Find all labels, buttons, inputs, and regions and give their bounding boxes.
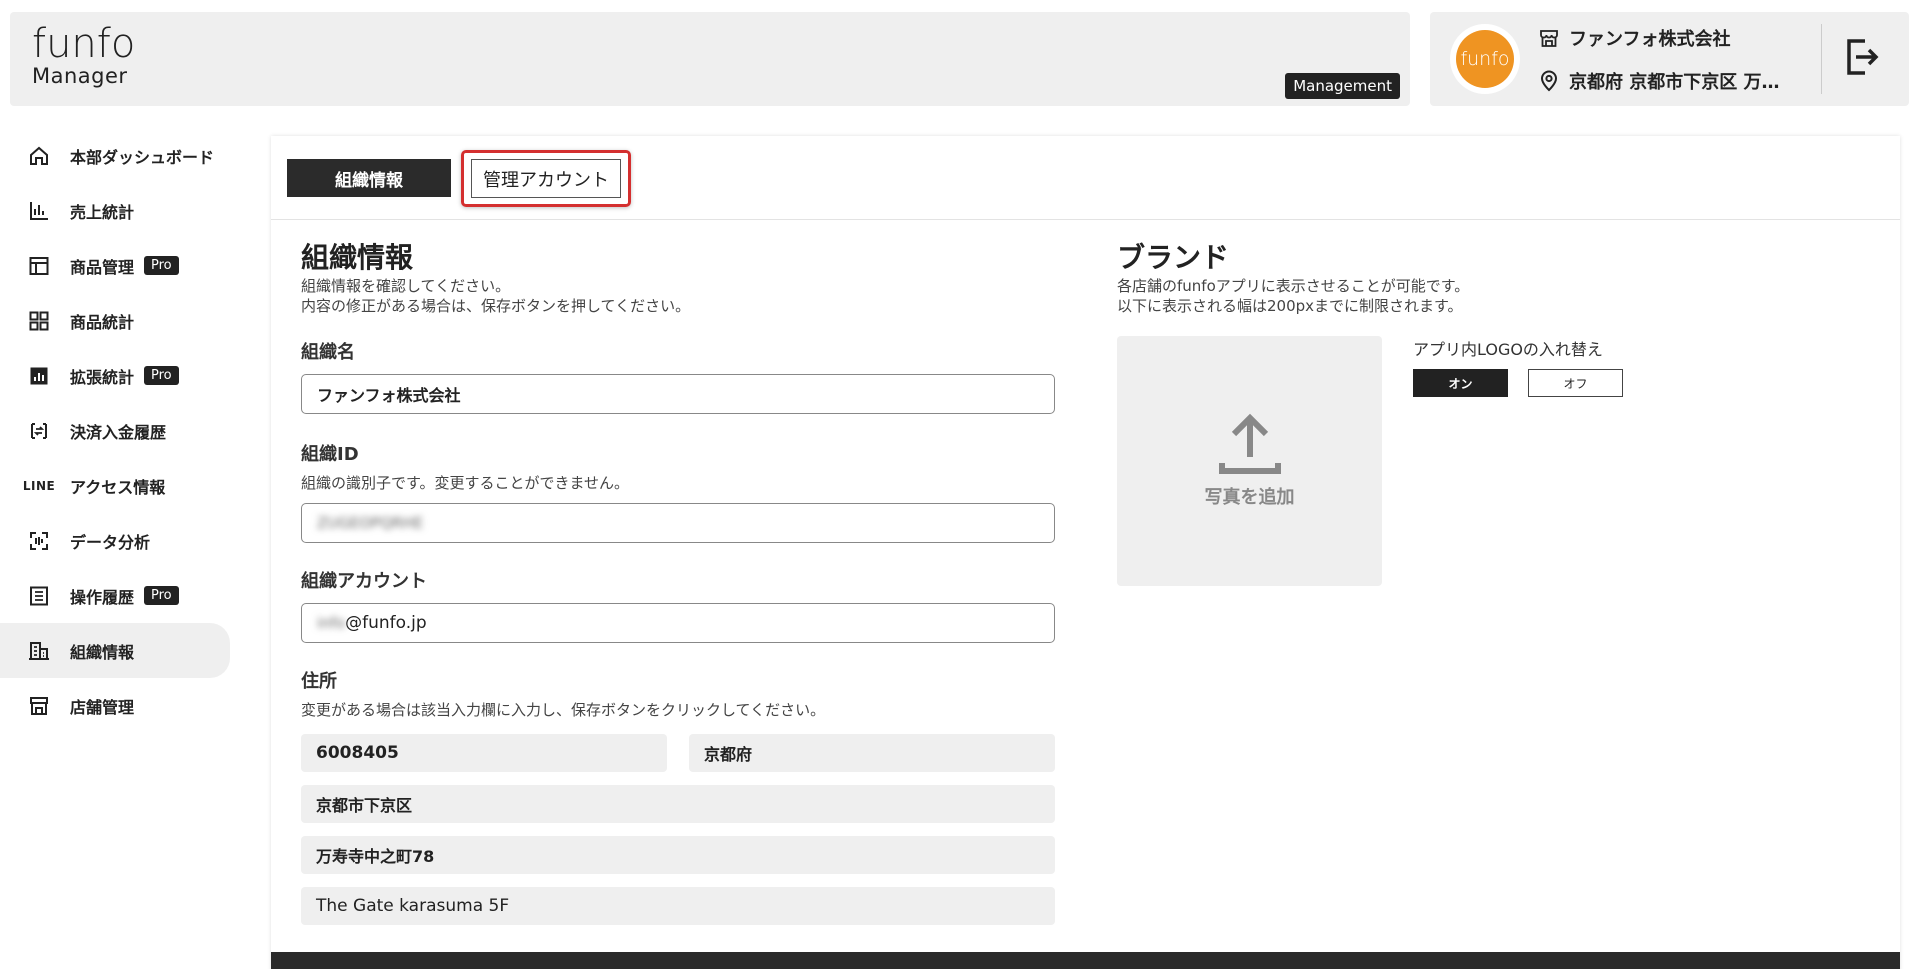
scan-icon [26, 528, 52, 554]
sidebar-item-product-stats[interactable]: 商品統計 [0, 293, 230, 348]
account-domain: @funfo.jp [345, 613, 427, 633]
grid-icon [26, 308, 52, 334]
mode-badge: Management [1285, 73, 1400, 99]
sidebar-item-store-management[interactable]: 店舗管理 [0, 678, 230, 733]
org-id-value: ZUGEOPQRHE [317, 514, 424, 532]
brand-title: ブランド [1117, 241, 1230, 274]
logout-button[interactable] [1845, 38, 1879, 80]
sidebar-item-sales-stats[interactable]: 売上統計 [0, 183, 230, 238]
list-icon [26, 583, 52, 609]
location-pin-icon [1540, 70, 1558, 92]
upload-label: 写真を追加 [1204, 487, 1295, 508]
sidebar-item-dashboard[interactable]: 本部ダッシュボード [0, 128, 230, 183]
org-account-input[interactable]: info @funfo.jp [301, 603, 1055, 643]
avatar: funfo [1450, 24, 1520, 94]
sidebar-item-label: 店舗管理 [70, 697, 135, 717]
sidebar-item-data-analysis[interactable]: データ分析 [0, 513, 230, 568]
section-desc-2: 内容の修正がある場合は、保存ボタンを押してください。 [301, 297, 691, 315]
logo-wordmark: funfo [32, 21, 136, 67]
org-id-help: 組織の識別子です。変更することができません。 [301, 474, 630, 492]
sidebar-item-label: 組織情報 [70, 642, 135, 662]
brand-section: ブランド 各店舗のfunfoアプリに表示させることが可能です。 以下に表示される… [1117, 240, 1817, 586]
sidebar-item-label: 本部ダッシュボード [70, 147, 215, 167]
account-local-part: info [317, 614, 346, 632]
logo-swap-toggle: オン オフ [1413, 369, 1623, 397]
org-name: ファンフォ株式会社 [1569, 29, 1731, 50]
org-info-section: 組織情報 組織情報を確認してください。 内容の修正がある場合は、保存ボタンを押し… [301, 240, 1055, 925]
toggle-off-button[interactable]: オフ [1528, 369, 1623, 397]
section-title: 組織情報 [301, 241, 414, 274]
sidebar-item-label: 商品管理 [70, 257, 135, 277]
sidebar-item-label: 商品統計 [70, 312, 135, 332]
address-help: 変更がある場合は該当入力欄に入力し、保存ボタンをクリックしてください。 [301, 701, 826, 719]
store-icon [26, 693, 52, 719]
org-id-label: 組織ID [301, 444, 359, 465]
layout-icon [26, 253, 52, 279]
logo-upload-area[interactable]: 写真を追加 [1117, 336, 1382, 586]
main-content-card: 組織情報 管理アカウント 組織情報 組織情報を確認してください。 内容の修正があ… [271, 136, 1900, 969]
sidebar-nav: 本部ダッシュボード 売上統計 商品管理 Pro 商品統計 拡張統計 Pro 決済… [0, 128, 230, 733]
org-account-label: 組織アカウント [301, 571, 427, 592]
sidebar-item-label: アクセス情報 [70, 477, 166, 497]
address-row: 6008405 京都府 [301, 734, 1055, 772]
org-location-row: 京都府 京都市下京区 万… [1539, 68, 1780, 94]
building-input[interactable]: The Gate karasuma 5F [301, 887, 1055, 925]
logout-icon [1847, 39, 1879, 75]
building-icon [26, 638, 52, 664]
tab-bar: 組織情報 管理アカウント [271, 136, 1900, 220]
sidebar-item-label: 決済入金履歴 [70, 422, 167, 442]
sidebar-item-org-info[interactable]: 組織情報 [0, 623, 230, 678]
home-icon [26, 143, 52, 169]
toggle-on-button[interactable]: オン [1413, 369, 1508, 397]
header-divider [1821, 24, 1822, 94]
payment-icon [26, 418, 52, 444]
section-desc-1: 組織情報を確認してください。 [301, 277, 511, 295]
header-brand-bar: funfo Manager Management [10, 12, 1410, 106]
sidebar-item-label: 操作履歴 [70, 587, 135, 607]
sidebar-item-access-info[interactable]: LINE アクセス情報 [0, 458, 230, 513]
upload-icon [1218, 413, 1281, 474]
sidebar-item-label: 売上統計 [70, 202, 135, 222]
footer-action-bar [271, 952, 1900, 969]
tab-admin-account[interactable]: 管理アカウント [471, 159, 621, 198]
bar-chart-icon [26, 198, 52, 224]
org-name-row: ファンフォ株式会社 [1539, 25, 1730, 51]
tab-org-info[interactable]: 組織情報 [287, 159, 451, 197]
chart-box-icon [26, 363, 52, 389]
prefecture-input[interactable]: 京都府 [689, 734, 1055, 772]
org-location: 京都府 京都市下京区 万… [1569, 72, 1780, 93]
app-logo[interactable]: funfo Manager [32, 24, 135, 88]
city-input[interactable]: 京都市下京区 [301, 785, 1055, 823]
sidebar-item-product-management[interactable]: 商品管理 Pro [0, 238, 230, 293]
pro-badge: Pro [144, 366, 179, 385]
postal-code-input[interactable]: 6008405 [301, 734, 667, 772]
sidebar-item-label: 拡張統計 [70, 367, 135, 387]
pro-badge: Pro [144, 256, 179, 275]
store-icon [1540, 30, 1558, 47]
brand-desc-2: 以下に表示される幅は200pxまでに制限されます。 [1117, 297, 1463, 315]
pro-badge: Pro [144, 586, 179, 605]
address-label: 住所 [301, 671, 337, 692]
sidebar-item-label: データ分析 [70, 532, 151, 552]
line-icon-text: LINE [22, 478, 56, 493]
logo-swap-label: アプリ内LOGOの入れ替え [1413, 340, 1603, 359]
org-header-panel: funfo ファンフォ株式会社 京都府 京都市下京区 万… [1430, 12, 1909, 106]
sidebar-item-extended-stats[interactable]: 拡張統計 Pro [0, 348, 230, 403]
avatar-logo: funfo [1456, 30, 1514, 88]
org-name-input[interactable]: ファンフォ株式会社 [301, 374, 1055, 414]
street-input[interactable]: 万寿寺中之町78 [301, 836, 1055, 874]
logo-subtitle: Manager [32, 64, 128, 88]
sidebar-item-payment-history[interactable]: 決済入金履歴 [0, 403, 230, 458]
logo-swap-setting: アプリ内LOGOの入れ替え オン オフ [1413, 336, 1623, 397]
line-icon: LINE [22, 473, 56, 499]
sidebar-item-operation-history[interactable]: 操作履歴 Pro [0, 568, 230, 623]
org-name-label: 組織名 [301, 342, 355, 363]
brand-desc-1: 各店舗のfunfoアプリに表示させることが可能です。 [1117, 277, 1470, 295]
org-id-field: ZUGEOPQRHE [301, 503, 1055, 543]
